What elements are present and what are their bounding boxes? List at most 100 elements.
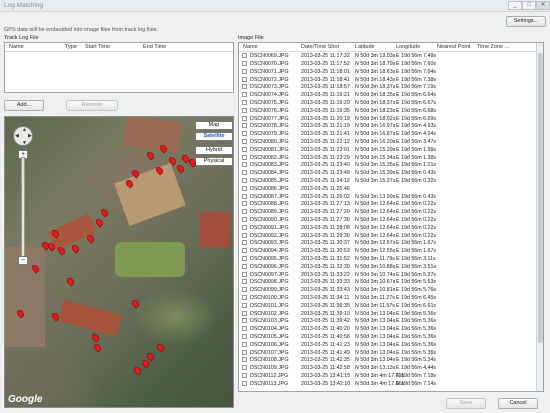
pan-left-icon[interactable]: ◀ bbox=[15, 133, 19, 139]
table-row[interactable]: DSCN0091.JPG 2013-03-25 11:28:08 N 50d 3m … bbox=[239, 224, 543, 233]
map-marker-icon[interactable] bbox=[93, 343, 102, 352]
row-checkbox[interactable] bbox=[242, 201, 247, 207]
row-checkbox[interactable] bbox=[242, 256, 247, 262]
zoom-out-button[interactable]: − bbox=[18, 256, 28, 265]
table-row[interactable]: DSCN0080.JPG 2013-03-25 11:22:12 N 50d 3m … bbox=[239, 139, 543, 147]
table-row[interactable]: DSCN0099.JPG 2013-03-25 11:33:43 N 50d 3m … bbox=[239, 287, 543, 295]
vertical-scrollbar[interactable] bbox=[536, 43, 543, 391]
row-checkbox[interactable] bbox=[242, 341, 247, 347]
row-checkbox[interactable] bbox=[242, 76, 247, 82]
row-checkbox[interactable] bbox=[242, 84, 247, 90]
map-type-satellite[interactable]: Satellite bbox=[195, 132, 233, 141]
map-marker-icon[interactable] bbox=[57, 246, 66, 255]
column-header-date-time[interactable]: Date/Time Shot bbox=[301, 44, 339, 50]
column-header-time-zone[interactable]: Time Zone ... bbox=[477, 44, 509, 50]
add-button[interactable]: Add... bbox=[4, 100, 44, 111]
row-checkbox[interactable] bbox=[242, 185, 247, 191]
table-row[interactable]: DSCN0100.JPG 2013-03-25 11:34:11 N 50d 3m … bbox=[239, 295, 543, 303]
satellite-map[interactable]: ▲ ▼ ◀ ▶ + − Map Satellite Hybrid Physica… bbox=[4, 116, 234, 408]
table-row[interactable]: DSCN0108.JPG 2013-03-25 11:42:35 N 50d 3m … bbox=[239, 357, 543, 365]
table-row[interactable]: DSCN0107.JPG 2013-03-25 11:41:49 N 50d 3m … bbox=[239, 349, 543, 357]
row-checkbox[interactable] bbox=[242, 310, 247, 316]
scrollbar-thumb[interactable] bbox=[538, 53, 543, 343]
row-checkbox[interactable] bbox=[242, 380, 247, 386]
map-marker-icon[interactable] bbox=[146, 352, 155, 361]
table-row[interactable]: DSCN0102.JPG 2013-03-25 11:39:10 N 50d 3m … bbox=[239, 310, 543, 318]
map-marker-icon[interactable] bbox=[91, 333, 100, 342]
row-checkbox[interactable] bbox=[242, 217, 247, 223]
settings-button[interactable]: Settings... bbox=[506, 16, 546, 27]
table-row[interactable]: DSCN0083.JPG 2013-03-25 11:23:40 N 50d 3m … bbox=[239, 162, 543, 170]
row-checkbox[interactable] bbox=[242, 53, 247, 59]
row-checkbox[interactable] bbox=[242, 115, 247, 121]
row-checkbox[interactable] bbox=[242, 248, 247, 254]
table-row[interactable]: DSCN0094.JPG 2013-03-25 11:30:53 N 50d 3m … bbox=[239, 248, 543, 256]
table-row[interactable]: DSCN0074.JPG 2013-03-25 11:19:21 N 50d 3m … bbox=[239, 92, 543, 100]
table-row[interactable]: DSCN0088.JPG 2013-03-25 11:27:13 N 50d 3m … bbox=[239, 201, 543, 209]
map-marker-icon[interactable] bbox=[95, 218, 104, 227]
cancel-button[interactable]: Cancel bbox=[498, 398, 538, 409]
row-checkbox[interactable] bbox=[242, 287, 247, 293]
row-checkbox[interactable] bbox=[242, 146, 247, 152]
table-row[interactable]: DSCN0069.JPG 2013-03-25 11:17:32 N 50d 3m … bbox=[239, 53, 543, 61]
column-header-end-time[interactable]: End Time bbox=[143, 44, 166, 50]
pan-up-icon[interactable]: ▲ bbox=[22, 127, 27, 133]
row-checkbox[interactable] bbox=[242, 92, 247, 98]
table-row[interactable]: DSCN0084.JPG 2013-03-25 11:23:49 N 50d 3m … bbox=[239, 170, 543, 178]
pan-control[interactable]: ▲ ▼ ◀ ▶ bbox=[13, 126, 33, 146]
table-row[interactable]: DSCN0092.JPG 2013-03-25 11:29:30 N 50d 3m … bbox=[239, 232, 543, 240]
pan-right-icon[interactable]: ▶ bbox=[28, 133, 32, 139]
map-marker-icon[interactable] bbox=[146, 151, 155, 160]
table-row[interactable]: DSCN0113.JPG 2013-03-25 13:42:10 N 50d 3m … bbox=[239, 380, 543, 389]
row-checkbox[interactable] bbox=[242, 224, 247, 230]
map-marker-icon[interactable] bbox=[156, 343, 165, 352]
row-checkbox[interactable] bbox=[242, 209, 247, 215]
table-row[interactable]: DSCN0093.JPG 2013-03-25 11:30:37 N 50d 3m … bbox=[239, 240, 543, 248]
table-row[interactable]: DSCN0085.JPG 2013-03-25 11:24:12 N 50d 3m … bbox=[239, 178, 543, 186]
table-row[interactable]: DSCN0098.JPG 2013-03-25 11:33:33 N 50d 3m … bbox=[239, 279, 543, 287]
table-row[interactable]: DSCN0075.JPG 2013-03-25 11:19:29 N 50d 3m … bbox=[239, 100, 543, 108]
row-checkbox[interactable] bbox=[242, 263, 247, 269]
image-file-list[interactable]: Name Date/Time Shot Latitude Longitude N… bbox=[238, 42, 544, 392]
column-header-nearest-point[interactable]: Nearest Point bbox=[437, 44, 470, 50]
pan-down-icon[interactable]: ▼ bbox=[22, 140, 27, 146]
map-type-map[interactable]: Map bbox=[195, 121, 233, 130]
row-checkbox[interactable] bbox=[242, 107, 247, 113]
close-button[interactable]: ✕ bbox=[536, 1, 550, 10]
track-log-list[interactable]: Name Type Start Time End Time bbox=[4, 42, 234, 93]
row-checkbox[interactable] bbox=[242, 139, 247, 145]
table-row[interactable]: DSCN0076.JPG 2013-03-25 11:19:35 N 50d 3m … bbox=[239, 107, 543, 116]
table-row[interactable]: DSCN0089.JPG 2013-03-25 11:27:20 N 50d 3m … bbox=[239, 209, 543, 217]
table-row[interactable]: DSCN0104.JPG 2013-03-25 11:40:20 N 50d 3m … bbox=[239, 326, 543, 334]
column-header-latitude[interactable]: Latitude bbox=[355, 44, 375, 50]
map-marker-icon[interactable] bbox=[133, 366, 142, 375]
table-row[interactable]: DSCN0086.JPG 2013-03-25 11:25:46 bbox=[239, 185, 543, 194]
table-row[interactable]: DSCN0096.JPG 2013-03-25 11:32:30 N 50d 3m … bbox=[239, 263, 543, 272]
row-checkbox[interactable] bbox=[242, 61, 247, 67]
row-checkbox[interactable] bbox=[242, 100, 247, 106]
row-checkbox[interactable] bbox=[242, 240, 247, 246]
map-type-hybrid[interactable]: Hybrid bbox=[195, 146, 233, 155]
row-checkbox[interactable] bbox=[242, 373, 247, 379]
table-row[interactable]: DSCN0097.JPG 2013-03-25 11:33:22 N 50d 3m … bbox=[239, 271, 543, 279]
row-checkbox[interactable] bbox=[242, 232, 247, 238]
row-checkbox[interactable] bbox=[242, 326, 247, 332]
map-marker-icon[interactable] bbox=[141, 359, 150, 368]
row-checkbox[interactable] bbox=[242, 131, 247, 137]
map-marker-icon[interactable] bbox=[71, 244, 80, 253]
table-row[interactable]: DSCN0079.JPG 2013-03-25 11:21:41 N 50d 3m … bbox=[239, 131, 543, 139]
row-checkbox[interactable] bbox=[242, 295, 247, 301]
row-checkbox[interactable] bbox=[242, 365, 247, 371]
row-checkbox[interactable] bbox=[242, 334, 247, 340]
row-checkbox[interactable] bbox=[242, 170, 247, 176]
row-checkbox[interactable] bbox=[242, 178, 247, 184]
table-row[interactable]: DSCN0101.JPG 2013-03-25 11:36:35 N 50d 3m … bbox=[239, 302, 543, 311]
zoom-slider[interactable] bbox=[21, 157, 25, 262]
row-checkbox[interactable] bbox=[242, 318, 247, 324]
row-checkbox[interactable] bbox=[242, 279, 247, 285]
column-header-name[interactable]: Name bbox=[9, 44, 24, 50]
map-marker-icon[interactable] bbox=[131, 299, 140, 308]
row-checkbox[interactable] bbox=[242, 349, 247, 355]
table-row[interactable]: DSCN0077.JPG 2013-03-25 11:20:19 N 50d 3m … bbox=[239, 115, 543, 123]
table-row[interactable]: DSCN0087.JPG 2013-03-25 11:26:02 N 50d 3m … bbox=[239, 193, 543, 201]
